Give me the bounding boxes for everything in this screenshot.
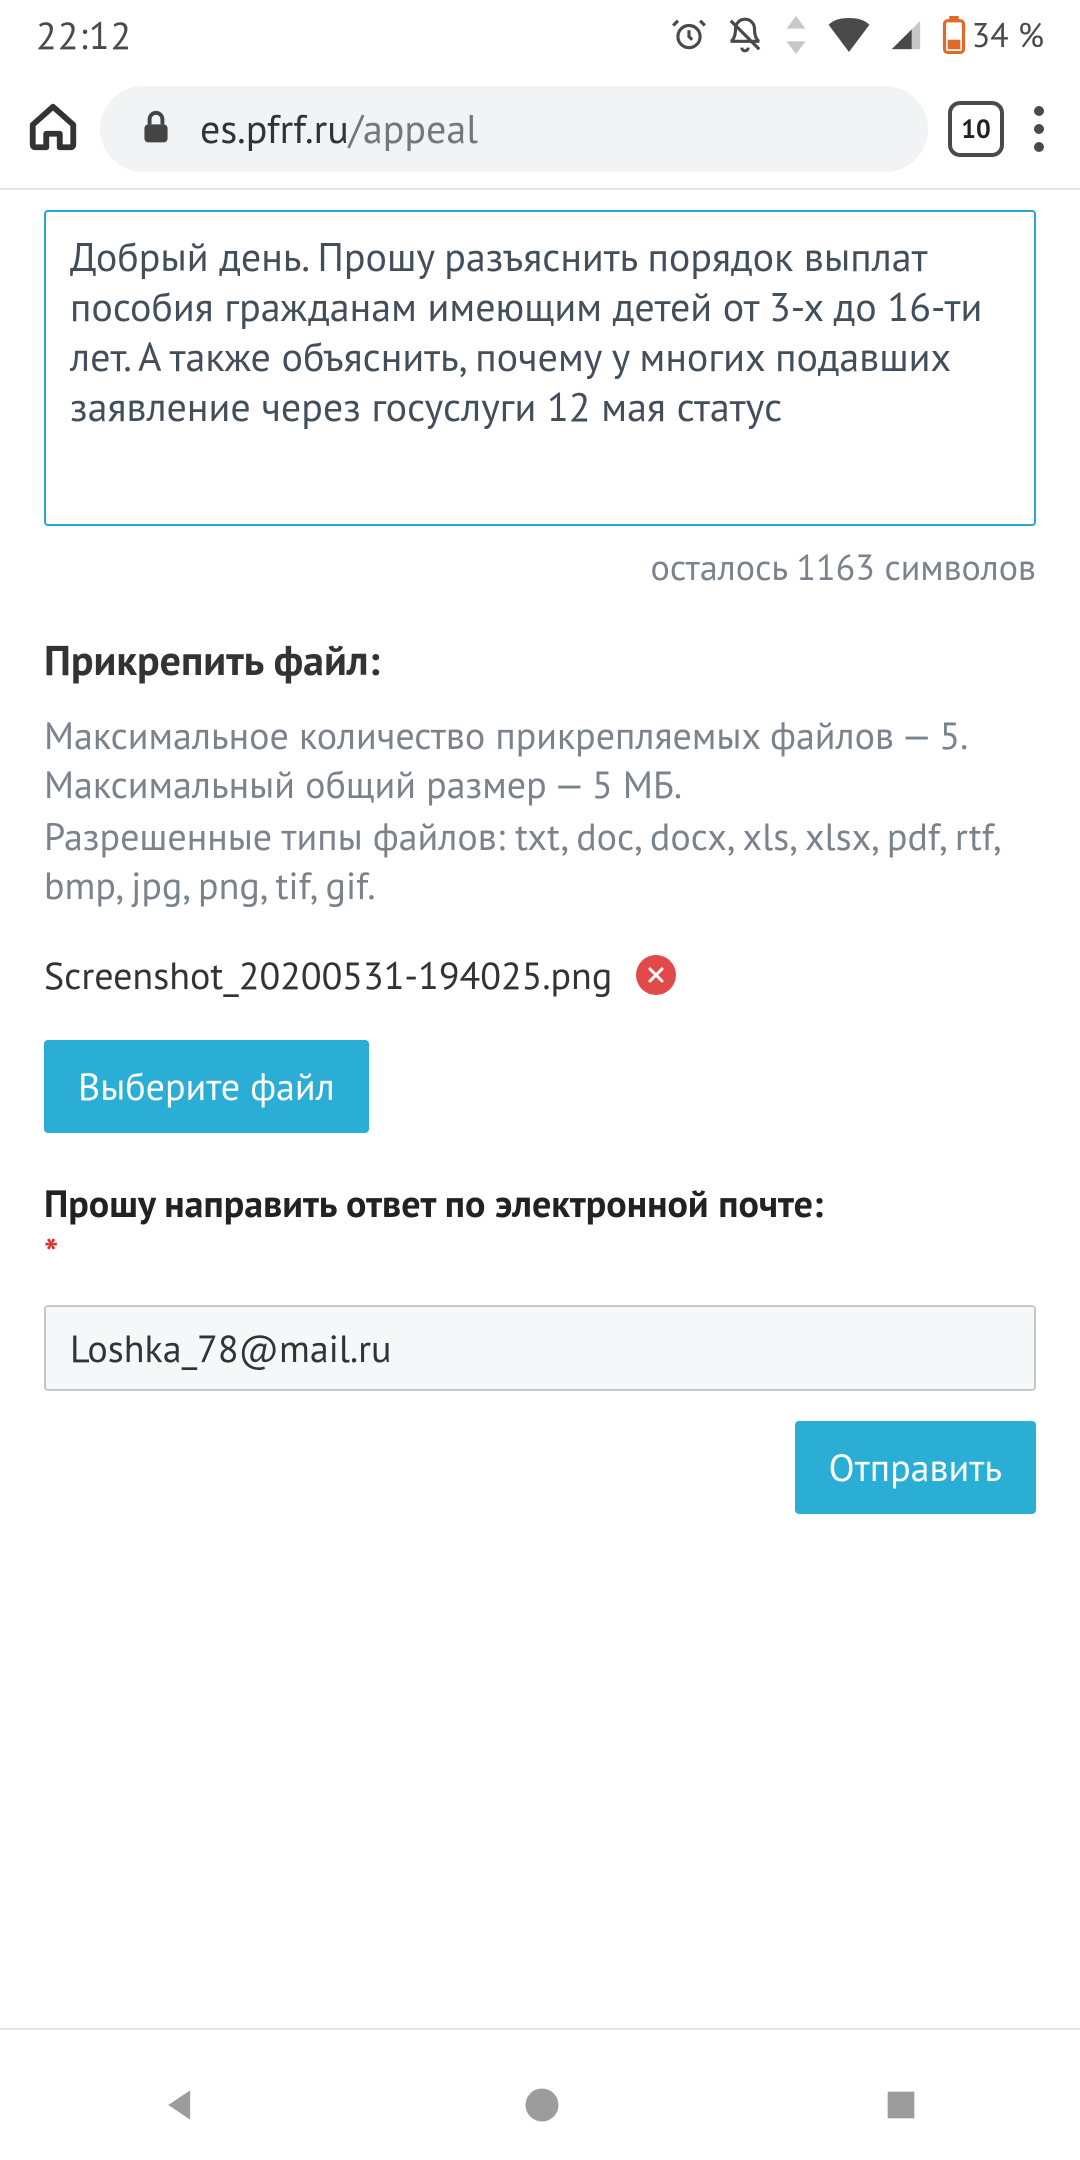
char-counter: осталось 1163 символов xyxy=(44,543,1036,590)
alarm-icon xyxy=(670,16,708,54)
wifi-icon xyxy=(828,18,870,52)
status-icons: 34 % xyxy=(670,13,1044,57)
email-label-text: Прошу направить ответ по электронной поч… xyxy=(44,1179,823,1228)
tabs-button[interactable]: 10 xyxy=(948,101,1004,157)
back-button[interactable] xyxy=(159,2083,203,2127)
data-updown-icon xyxy=(782,16,810,54)
attached-file-name: Screenshot_20200531-194025.png xyxy=(44,951,612,1000)
email-label: Прошу направить ответ по электронной поч… xyxy=(44,1179,1036,1278)
close-icon xyxy=(646,965,666,985)
remove-file-button[interactable] xyxy=(636,955,676,995)
required-asterisk: * xyxy=(44,1228,58,1277)
url-path: /appeal xyxy=(349,103,478,155)
battery-icon xyxy=(942,16,966,54)
status-bar: 22:12 34 % xyxy=(0,0,1080,70)
page-content: осталось 1163 символов Прикрепить файл: … xyxy=(0,190,1080,1514)
cellular-icon xyxy=(888,18,924,52)
lock-icon xyxy=(140,109,172,150)
home-button[interactable] xyxy=(520,2083,564,2127)
attached-file-row: Screenshot_20200531-194025.png xyxy=(44,951,1036,1000)
email-field[interactable] xyxy=(44,1305,1036,1391)
tab-count: 10 xyxy=(961,113,990,146)
battery-percent: 34 % xyxy=(972,13,1044,57)
status-time: 22:12 xyxy=(36,11,670,60)
attach-title: Прикрепить файл: xyxy=(44,632,1036,687)
mute-icon xyxy=(726,16,764,54)
attach-help-1: Максимальное количество прикрепляемых фа… xyxy=(44,711,1036,810)
separator xyxy=(0,2028,1080,2030)
home-icon[interactable] xyxy=(26,100,80,159)
submit-button[interactable]: Отправить xyxy=(795,1421,1036,1514)
url-text: es.pfrf.ru/appeal xyxy=(200,103,478,155)
message-textarea[interactable] xyxy=(44,210,1036,526)
menu-button[interactable] xyxy=(1024,106,1054,152)
browser-toolbar: es.pfrf.ru/appeal 10 xyxy=(0,70,1080,190)
system-navbar xyxy=(0,2050,1080,2160)
choose-file-button[interactable]: Выберите файл xyxy=(44,1040,369,1133)
attach-help-2: Разрешенные типы файлов: txt, doc, docx,… xyxy=(44,812,1036,911)
url-domain: es.pfrf.ru xyxy=(200,103,349,155)
recents-button[interactable] xyxy=(881,2085,921,2125)
battery-indicator: 34 % xyxy=(942,13,1044,57)
address-bar[interactable]: es.pfrf.ru/appeal xyxy=(100,86,928,172)
